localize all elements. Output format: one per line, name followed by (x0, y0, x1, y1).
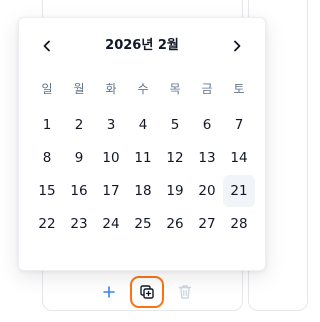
screen: 2026년 2월 일 월 화 수 목 금 토 1 2 3 4 5 6 7 8 9 10 11 12 13 14 15 16 1… (0, 0, 308, 322)
calendar-grid: 일 월 화 수 목 금 토 1 2 3 4 5 6 7 8 9 10 11 12 13 14 15 16 17 18 19 20 21… (31, 78, 255, 240)
calendar-day[interactable]: 8 (31, 142, 63, 174)
next-month-button[interactable] (223, 32, 251, 60)
calendar-day[interactable]: 21 (223, 175, 255, 207)
calendar-day[interactable]: 7 (223, 109, 255, 141)
duplicate-button[interactable] (130, 276, 164, 308)
date-picker-popup: 2026년 2월 일 월 화 수 목 금 토 1 2 3 4 5 6 7 8 9 10 11 12 13 14 15 16 1… (18, 17, 266, 271)
calendar-day[interactable]: 17 (95, 175, 127, 207)
weekday-label: 금 (201, 82, 213, 96)
calendar-day[interactable]: 5 (159, 109, 191, 141)
calendar-day[interactable]: 20 (191, 175, 223, 207)
calendar-day[interactable]: 22 (31, 208, 63, 240)
calendar-day[interactable]: 24 (95, 208, 127, 240)
plus-icon (102, 285, 116, 299)
calendar-day[interactable]: 6 (191, 109, 223, 141)
calendar-day[interactable]: 4 (127, 109, 159, 141)
weekday-label: 월 (73, 82, 85, 96)
calendar-day[interactable]: 25 (127, 208, 159, 240)
calendar-day[interactable]: 27 (191, 208, 223, 240)
calendar-day[interactable]: 15 (31, 175, 63, 207)
calendar-day[interactable]: 23 (63, 208, 95, 240)
calendar-day[interactable]: 10 (95, 142, 127, 174)
weekday-label: 토 (233, 82, 245, 96)
calendar-day[interactable]: 11 (127, 142, 159, 174)
calendar-day[interactable]: 16 (63, 175, 95, 207)
calendar-day[interactable]: 9 (63, 142, 95, 174)
weekday-spacer (31, 100, 255, 108)
calendar-day[interactable]: 28 (223, 208, 255, 240)
calendar-day[interactable]: 18 (127, 175, 159, 207)
add-button[interactable] (96, 279, 122, 305)
trash-icon (178, 284, 192, 300)
calendar-day[interactable]: 14 (223, 142, 255, 174)
calendar-day[interactable]: 2 (63, 109, 95, 141)
weekday-label: 화 (105, 82, 117, 96)
calendar-day[interactable]: 26 (159, 208, 191, 240)
calendar-day[interactable]: 12 (159, 142, 191, 174)
card-toolbar (96, 276, 206, 308)
weekday-label: 목 (169, 82, 181, 96)
chevron-right-icon (232, 37, 242, 56)
calendar-header: 2026년 2월 (19, 32, 265, 60)
weekday-label: 일 (41, 82, 53, 96)
calendar-day[interactable]: 3 (95, 109, 127, 141)
delete-button[interactable] (172, 279, 198, 305)
calendar-day[interactable]: 13 (191, 142, 223, 174)
calendar-day[interactable]: 19 (159, 175, 191, 207)
calendar-day[interactable]: 1 (31, 109, 63, 141)
copy-icon (139, 284, 155, 300)
weekday-label: 수 (137, 82, 149, 96)
